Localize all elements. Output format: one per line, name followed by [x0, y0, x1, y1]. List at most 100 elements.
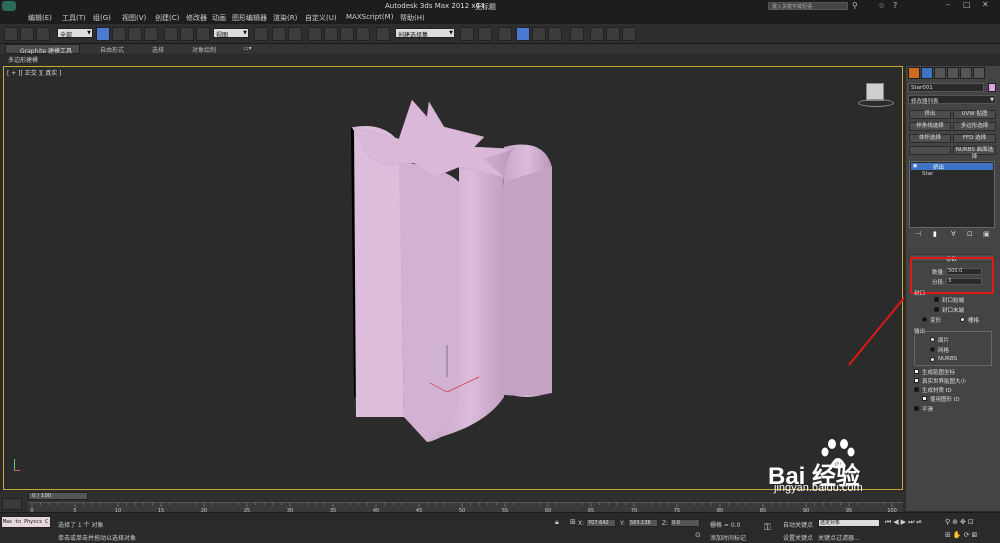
- viewport-front[interactable]: [ + ][ 正交 ][ 真实 ]: [3, 66, 904, 491]
- menu-modifiers[interactable]: 修改器: [186, 13, 207, 23]
- pivot-icon[interactable]: [254, 27, 268, 41]
- tab-selection[interactable]: 选择: [152, 45, 164, 54]
- rotate-icon[interactable]: [180, 27, 194, 41]
- object-color-swatch[interactable]: [988, 83, 996, 92]
- bulb-icon[interactable]: ◉: [913, 163, 917, 169]
- link-icon[interactable]: [4, 27, 18, 41]
- menu-animation[interactable]: 动画: [212, 13, 226, 23]
- modifier-button-spline-select[interactable]: 样条线选择: [909, 122, 951, 131]
- nurbs-radio[interactable]: [930, 357, 935, 362]
- binoculars-icon[interactable]: ⚲: [852, 1, 858, 10]
- menu-views[interactable]: 视图(V): [122, 13, 146, 23]
- amount-spinner[interactable]: 500.0: [946, 268, 982, 275]
- edit-named-sel-icon[interactable]: [376, 27, 390, 41]
- mirror-icon[interactable]: [460, 27, 474, 41]
- tab-object-paint[interactable]: 对象绘制: [192, 45, 216, 54]
- snaps-toggle-icon[interactable]: [308, 27, 322, 41]
- open-mini-curve-icon[interactable]: [2, 498, 22, 510]
- tab-freeform[interactable]: 自由形式: [100, 45, 124, 54]
- modifier-button-vol-select[interactable]: 体积选择: [909, 134, 951, 143]
- tab-graphite[interactable]: Graphite 建模工具: [5, 44, 80, 55]
- layer-manager-icon[interactable]: [498, 27, 512, 41]
- minimize-button[interactable]: –: [946, 0, 950, 9]
- motion-tab-icon[interactable]: [947, 67, 959, 79]
- select-object-icon[interactable]: [96, 27, 110, 41]
- object-name-field[interactable]: Star001: [908, 83, 984, 92]
- auto-key-button[interactable]: 自动关键点: [783, 520, 813, 529]
- abs-mode-icon[interactable]: ⊞: [570, 518, 576, 526]
- menu-group[interactable]: 组(G): [93, 13, 111, 23]
- real-world-size-checkbox[interactable]: [914, 378, 919, 383]
- nav-controls-2[interactable]: ⊞✋⟳⊠: [945, 531, 979, 539]
- gen-mat-ids-checkbox[interactable]: [914, 387, 919, 392]
- modifier-button-nurbs-select[interactable]: NURBS 曲面选择: [953, 146, 996, 160]
- menu-edit[interactable]: 编辑(E): [28, 13, 52, 23]
- render-setup-icon[interactable]: [590, 27, 604, 41]
- display-tab-icon[interactable]: [960, 67, 972, 79]
- key-icon[interactable]: ⚿: [764, 523, 771, 533]
- schematic-view-icon[interactable]: [548, 27, 562, 41]
- key-mode-dropdown[interactable]: 选定对象: [818, 519, 880, 527]
- smooth-checkbox[interactable]: [914, 406, 919, 411]
- cap-start-checkbox[interactable]: [934, 297, 939, 302]
- curve-editor-icon[interactable]: [532, 27, 546, 41]
- utilities-tab-icon[interactable]: [973, 67, 985, 79]
- angle-snap-icon[interactable]: [324, 27, 338, 41]
- search-input[interactable]: 键入关键字或短语: [768, 2, 848, 10]
- material-editor-icon[interactable]: [570, 27, 584, 41]
- modifier-button-ffd-select[interactable]: FFD 选择: [953, 134, 996, 143]
- modifier-stack-list[interactable]: ◉ 挤出 Star: [909, 161, 995, 228]
- modifier-button-blank[interactable]: [909, 146, 951, 155]
- hierarchy-tab-icon[interactable]: [934, 67, 946, 79]
- pin-stack-icon[interactable]: ⊣: [915, 230, 921, 238]
- mesh-radio[interactable]: [930, 347, 935, 352]
- cap-end-checkbox[interactable]: [934, 307, 939, 312]
- keyboard-shortcut-icon[interactable]: [288, 27, 302, 41]
- nav-controls[interactable]: ⚲⊕✥⊡: [945, 518, 976, 526]
- ref-coord-dropdown[interactable]: 视图 ▼: [213, 28, 249, 39]
- modify-tab-icon[interactable]: [921, 67, 933, 79]
- show-end-result-icon[interactable]: ▮: [933, 230, 937, 238]
- selection-filter-dropdown[interactable]: 全部 ▼: [57, 28, 93, 39]
- menu-create[interactable]: 创建(C): [155, 13, 179, 23]
- make-unique-icon[interactable]: ∀: [951, 230, 956, 238]
- configure-sets-icon[interactable]: ▣: [983, 230, 990, 238]
- render-icon[interactable]: [622, 27, 636, 41]
- align-icon[interactable]: [478, 27, 492, 41]
- app-logo-icon[interactable]: [2, 1, 16, 11]
- menu-tools[interactable]: 工具(T): [62, 13, 86, 23]
- z-coordinate-field[interactable]: 0.0: [670, 519, 700, 527]
- lock-icon[interactable]: 🔒︎: [555, 518, 559, 527]
- time-tag-icon[interactable]: ⊙: [695, 531, 701, 539]
- modifier-list-dropdown[interactable]: 修改器列表 ▼: [908, 95, 996, 105]
- y-coordinate-field[interactable]: 583.138: [628, 519, 658, 527]
- timeline-ruler[interactable]: 0 5 10 15 20 25 30 35 40 45 50 55 60 65 70 75 80 85 90 95 10…: [28, 502, 903, 514]
- stack-item-extrude[interactable]: ◉ 挤出: [911, 163, 993, 171]
- gen-map-coords-checkbox[interactable]: [914, 369, 919, 374]
- select-by-name-icon[interactable]: [112, 27, 126, 41]
- menu-graph-editors[interactable]: 图形编辑器: [232, 13, 267, 23]
- segments-spinner[interactable]: 3: [946, 278, 982, 285]
- close-button[interactable]: ✕: [982, 0, 989, 9]
- stack-item-star[interactable]: Star: [922, 171, 933, 177]
- select-manipulate-icon[interactable]: [272, 27, 286, 41]
- add-time-tag[interactable]: 添加时间标记: [710, 533, 746, 542]
- rect-selection-icon[interactable]: [128, 27, 142, 41]
- percent-snap-icon[interactable]: [340, 27, 354, 41]
- window-crossing-icon[interactable]: [144, 27, 158, 41]
- remove-modifier-icon[interactable]: ⊡: [967, 230, 973, 238]
- x-coordinate-field[interactable]: 707.642: [586, 519, 616, 527]
- timeline[interactable]: 0 / 100 0 5 10 15 20 25 30 35 40 45 50 55 60 65 70 75 80…: [0, 492, 906, 514]
- menu-help[interactable]: 帮助(H): [400, 13, 425, 23]
- maximize-button[interactable]: □: [963, 0, 971, 9]
- menu-maxscript[interactable]: MAXScript(M): [346, 13, 393, 21]
- menu-customize[interactable]: 自定义(U): [305, 13, 337, 23]
- polygon-modeling-label[interactable]: 多边形建模: [8, 55, 38, 64]
- viewcube-icon[interactable]: [856, 81, 896, 109]
- patch-radio[interactable]: [930, 337, 935, 342]
- bind-space-warp-icon[interactable]: [36, 27, 50, 41]
- scale-icon[interactable]: [196, 27, 210, 41]
- spinner-snap-icon[interactable]: [356, 27, 370, 41]
- extruded-star-object[interactable]: [4, 67, 904, 491]
- ribbon-options-icon[interactable]: ▭▾: [243, 45, 252, 52]
